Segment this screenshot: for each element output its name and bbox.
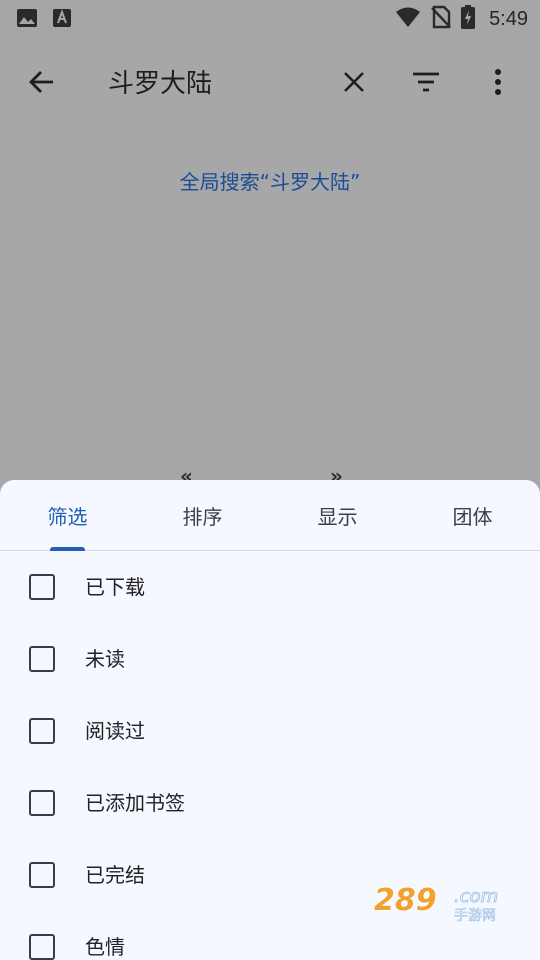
back-arrow-icon — [28, 68, 56, 100]
back-button[interactable] — [18, 60, 66, 108]
checkbox[interactable] — [29, 646, 55, 672]
filter-icon — [412, 71, 440, 97]
option-label: 未读 — [85, 647, 125, 671]
tab-group[interactable]: 团体 — [405, 480, 540, 551]
filter-option-downloaded[interactable]: 已下载 — [0, 552, 540, 624]
checkbox[interactable] — [29, 790, 55, 816]
svg-text:289: 289 — [374, 883, 437, 918]
global-search-link[interactable]: 全局搜索“斗罗大陆” — [0, 166, 540, 195]
tab-filter[interactable]: 筛选 — [0, 480, 135, 551]
tab-display[interactable]: 显示 — [270, 480, 405, 551]
tab-indicator — [50, 547, 85, 551]
search-input[interactable]: 斗罗大陆 — [108, 66, 212, 102]
option-label: 已下载 — [85, 575, 145, 599]
more-vert-icon — [494, 68, 502, 100]
tab-sort[interactable]: 排序 — [135, 480, 270, 551]
image-icon — [16, 8, 38, 32]
status-bar: 5:49 — [0, 0, 540, 36]
font-a-icon — [52, 8, 72, 32]
filter-option-read[interactable]: 阅读过 — [0, 696, 540, 768]
checkbox[interactable] — [29, 934, 55, 960]
no-sim-icon — [431, 5, 451, 33]
more-options-button[interactable] — [474, 60, 522, 108]
option-label: 已添加书签 — [85, 791, 185, 815]
filter-option-bookmarked[interactable]: 已添加书签 — [0, 768, 540, 840]
clear-search-button[interactable] — [330, 60, 378, 108]
option-label: 已完结 — [85, 863, 145, 887]
option-label: 阅读过 — [85, 719, 145, 743]
checkbox[interactable] — [29, 718, 55, 744]
watermark-logo: 289 .com 手游网 — [372, 880, 522, 924]
option-label: 色情 — [85, 935, 125, 959]
checkbox[interactable] — [29, 574, 55, 600]
status-time: 5:49 — [489, 7, 528, 30]
svg-text:.com: .com — [454, 886, 498, 907]
svg-text:手游网: 手游网 — [454, 908, 496, 924]
sheet-tabs: 筛选 排序 显示 团体 — [0, 480, 540, 551]
checkbox[interactable] — [29, 862, 55, 888]
wifi-icon — [395, 6, 421, 32]
close-icon — [342, 70, 366, 98]
filter-option-unread[interactable]: 未读 — [0, 624, 540, 696]
search-toolbar: 斗罗大陆 — [0, 36, 540, 132]
filter-button[interactable] — [402, 60, 450, 108]
battery-charging-icon — [461, 5, 476, 33]
